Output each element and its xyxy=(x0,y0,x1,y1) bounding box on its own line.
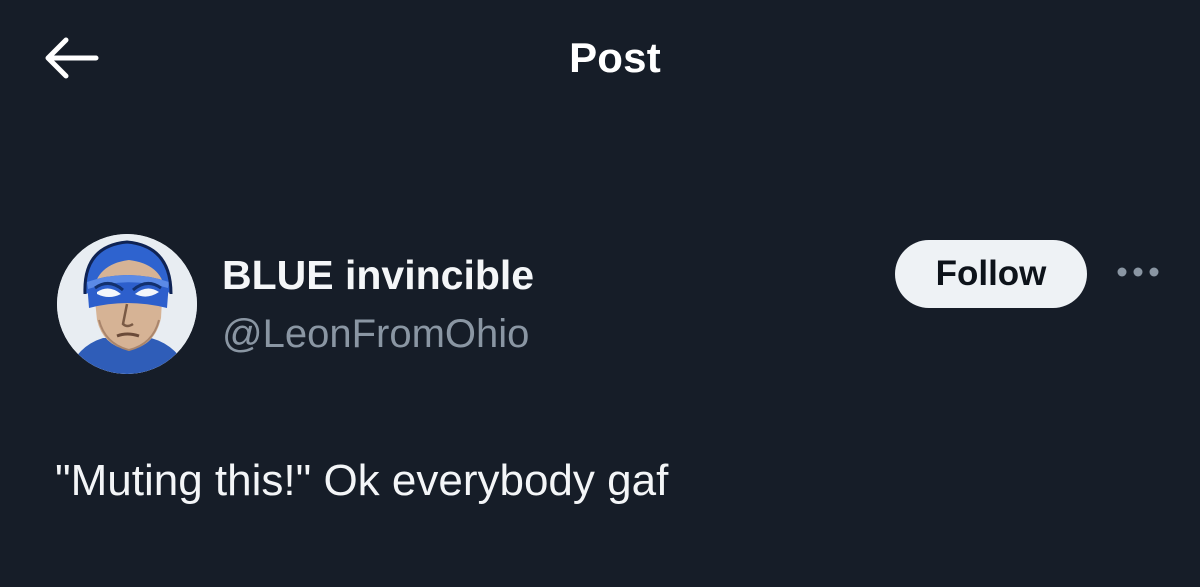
more-options-button[interactable] xyxy=(1110,252,1166,292)
avatar[interactable] xyxy=(57,234,197,374)
post-screen: Post BLUE invincible @LeonFromOhio Follo… xyxy=(0,0,1200,587)
author-display-name[interactable]: BLUE invincible xyxy=(222,252,534,299)
page-title: Post xyxy=(569,34,661,81)
author-handle[interactable]: @LeonFromOhio xyxy=(222,312,529,357)
masked-hero-avatar xyxy=(57,234,197,374)
follow-button[interactable]: Follow xyxy=(895,240,1087,308)
post-text: "Muting this!" Ok everybody gaf xyxy=(55,456,669,505)
more-horizontal-icon xyxy=(1117,267,1159,277)
